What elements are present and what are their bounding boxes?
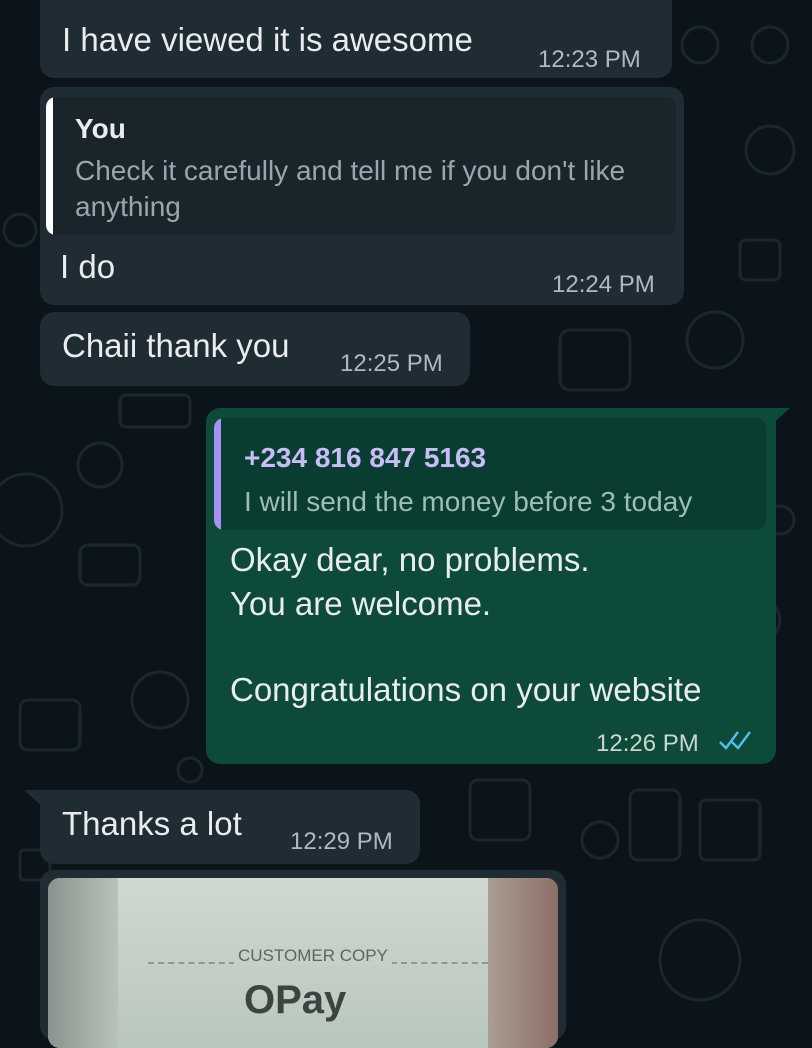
message-line: You are welcome. (230, 585, 492, 622)
incoming-photo-message[interactable]: CUSTOMER COPY OPay (40, 870, 566, 1048)
quote-text: I will send the money before 3 today (244, 486, 693, 517)
message-text: Thanks a lot (62, 805, 242, 842)
incoming-message-reply[interactable]: You Check it carefully and tell me if yo… (40, 87, 684, 305)
double-check-icon (719, 731, 751, 750)
photo-background-shade (48, 878, 118, 1048)
quoted-message[interactable]: +234 816 847 5163 I will send the money … (214, 418, 766, 530)
message-line: Congratulations on your website (230, 671, 702, 708)
photo-right-shade (488, 878, 558, 1048)
bubble-tail (24, 790, 44, 808)
quote-bar (46, 97, 53, 235)
message-time: 12:26 PM (596, 730, 699, 757)
message-text: I have viewed it is awesome (62, 21, 473, 58)
quoted-message[interactable]: You Check it carefully and tell me if yo… (46, 97, 676, 235)
message-text: Chaii thank you (62, 327, 290, 364)
incoming-message[interactable]: Thanks a lot 12:29 PM (40, 790, 420, 864)
incoming-message[interactable]: Chaii thank you 12:25 PM (40, 312, 470, 386)
message-time: 12:25 PM (340, 350, 443, 377)
message-text: I do (60, 248, 116, 285)
outgoing-message-reply[interactable]: +234 816 847 5163 I will send the money … (206, 408, 776, 764)
bubble-tail (770, 408, 790, 426)
message-time: 12:24 PM (552, 271, 655, 298)
quote-bar (214, 418, 221, 530)
quote-text: Check it carefully and tell me if you do… (75, 155, 626, 222)
message-line: Okay dear, no problems. (230, 541, 590, 578)
photo-receipt-label: CUSTOMER COPY (234, 946, 392, 966)
quote-author: You (75, 113, 126, 144)
receipt-photo[interactable]: CUSTOMER COPY OPay (48, 878, 558, 1048)
message-time: 12:29 PM (290, 828, 393, 855)
quote-author: +234 816 847 5163 (244, 442, 487, 473)
photo-opay-logo: OPay (244, 978, 347, 1022)
incoming-message[interactable]: I have viewed it is awesome 12:23 PM (40, 0, 672, 78)
message-time: 12:23 PM (538, 46, 641, 73)
